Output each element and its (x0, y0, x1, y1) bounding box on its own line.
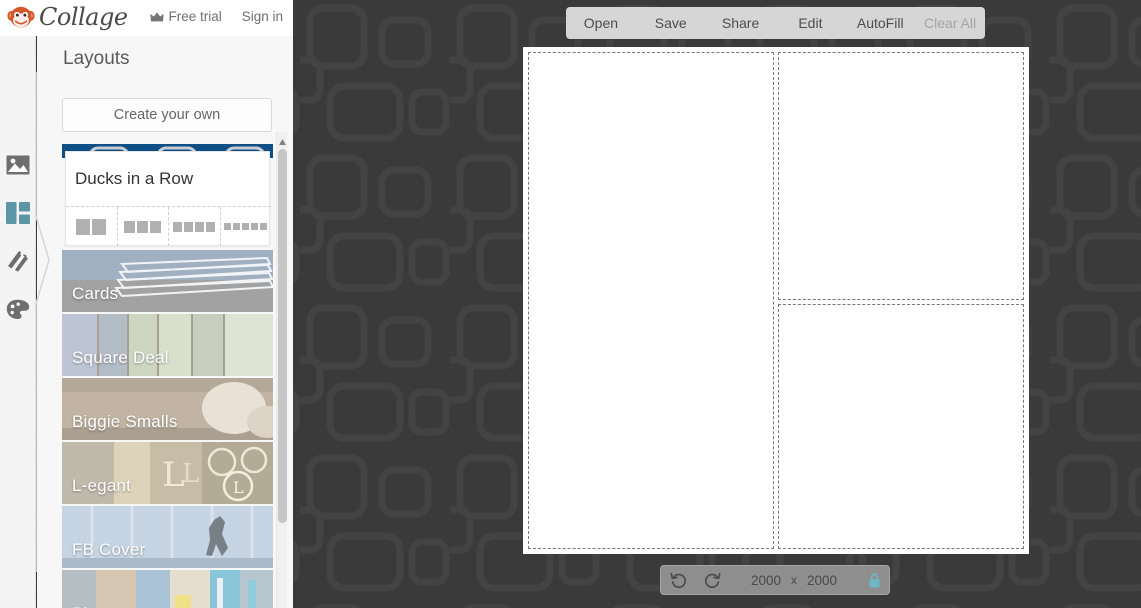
layout-card-fb-cover[interactable]: FB Cover (62, 506, 273, 568)
layout-card-veil (62, 570, 273, 608)
toolbar-autofill-button[interactable]: AutoFill (845, 15, 915, 31)
free-trial-label: Free trial (168, 9, 222, 24)
layout-name-biggie-smalls: Biggie Smalls (72, 412, 178, 431)
sidebar-scrollbar[interactable] (276, 132, 287, 608)
rail-item-effects[interactable] (4, 295, 32, 323)
collage-app: Open Save Share Edit AutoFill Clear All … (0, 0, 1141, 608)
redo-icon[interactable] (695, 571, 729, 590)
rail-item-backgrounds[interactable] (4, 247, 32, 275)
layout-card-l-egant[interactable]: L L L L-egant (62, 442, 273, 504)
layout-variant-3-cell[interactable] (116, 207, 169, 246)
brand-logo[interactable]: Collage (7, 4, 128, 30)
layout-name-pinter-etsy: Pinter-etsy (72, 604, 155, 608)
toolbar-clear-all-button: Clear All (923, 15, 977, 31)
canvas-width-value[interactable]: 2000 (751, 573, 781, 588)
toolbar-save-button[interactable]: Save (636, 15, 706, 31)
toolbar-open-button[interactable]: Open (566, 15, 636, 31)
layout-variant-4-cell[interactable] (168, 207, 220, 246)
scroll-up-arrow-icon[interactable] (278, 134, 287, 145)
monkey-icon (7, 6, 35, 27)
layout-card-expanded[interactable]: Ducks in a Row (62, 144, 273, 248)
layouts-list: Ducks in a Row Cards Square Deal Biggie … (62, 144, 273, 608)
crown-icon (150, 12, 165, 22)
dimension-separator: x (791, 573, 797, 587)
layout-name-l-egant: L-egant (72, 476, 132, 495)
layout-card-pinter-etsy[interactable]: Pinter-etsy (62, 570, 273, 608)
layout-variant-row (66, 206, 271, 246)
rail-item-photos[interactable] (4, 151, 32, 179)
image-icon (6, 155, 30, 175)
free-trial-link[interactable]: Free trial (150, 9, 222, 24)
canvas-size-bar: 2000 x 2000 (660, 565, 890, 595)
swatches-icon (7, 251, 28, 272)
canvas-height-value[interactable]: 2000 (807, 573, 837, 588)
main-toolbar: Open Save Share Edit AutoFill Clear All (566, 7, 985, 39)
toolbar-edit-button[interactable]: Edit (775, 15, 845, 31)
header-links: Free trial Sign in (150, 9, 283, 24)
canvas-cell-left[interactable] (528, 52, 774, 549)
layouts-icon (6, 202, 30, 224)
tool-rail (0, 36, 36, 608)
app-header: Collage Free trial Sign in (0, 0, 293, 36)
layout-card-biggie-smalls[interactable]: Biggie Smalls (62, 378, 273, 440)
undo-icon[interactable] (661, 571, 695, 590)
layout-expanded-body: Ducks in a Row (65, 151, 271, 246)
palette-icon (6, 299, 30, 319)
canvas-cell-bottom-right[interactable] (778, 304, 1024, 549)
layout-name-square-deal: Square Deal (72, 348, 169, 367)
sign-in-label: Sign in (241, 9, 283, 24)
toolbar-share-button[interactable]: Share (706, 15, 776, 31)
layouts-panel: Layouts Create your own Ducks in a Row C… (37, 36, 293, 608)
layout-name-ducks-in-a-row: Ducks in a Row (75, 169, 194, 188)
layout-name-cards: Cards (72, 284, 119, 303)
brand-name: Collage (39, 3, 128, 31)
layout-name-fb-cover: FB Cover (72, 540, 146, 559)
canvas-cell-top-right[interactable] (778, 52, 1024, 300)
layout-card-square-deal[interactable]: Square Deal (62, 314, 273, 376)
layout-variant-2-cell[interactable] (66, 207, 117, 246)
lock-icon[interactable] (859, 572, 889, 589)
canvas-dimensions: 2000 x 2000 (729, 573, 859, 588)
sign-in-link[interactable]: Sign in (242, 9, 283, 24)
page-title: Layouts (63, 48, 130, 69)
collage-canvas[interactable] (523, 47, 1029, 554)
create-your-own-button[interactable]: Create your own (62, 98, 272, 132)
scrollbar-thumb[interactable] (278, 149, 287, 523)
rail-item-layouts[interactable] (4, 199, 32, 227)
layout-variant-5-cell[interactable] (219, 207, 272, 246)
layout-card-cards[interactable]: Cards (62, 250, 273, 312)
